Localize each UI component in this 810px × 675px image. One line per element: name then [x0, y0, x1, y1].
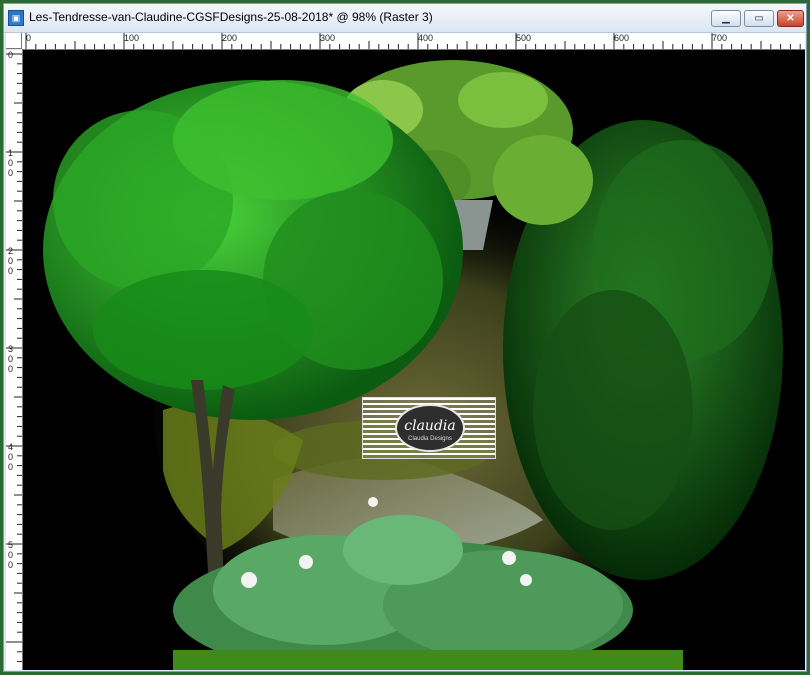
vruler-label-500-b: 0 [8, 550, 14, 560]
maximize-icon: ▭ [754, 13, 764, 24]
psp-image-icon: ▣ [8, 10, 24, 26]
vruler-label-200-b: 0 [8, 256, 14, 266]
minimize-icon: ▁ [722, 13, 730, 24]
maximize-button[interactable]: ▭ [744, 10, 774, 27]
vruler-label-500-a: 5 [8, 540, 14, 550]
vruler-label-100-a: 1 [8, 148, 14, 158]
vruler-label-400-b: 0 [8, 452, 14, 462]
image-window[interactable]: ▣ Les-Tendresse-van-Claudine-CGSFDesigns… [3, 3, 807, 672]
ruler-label-700: 700 [712, 33, 728, 43]
ruler-label-200: 200 [222, 33, 238, 43]
horizontal-ruler: 0 100 200 300 400 500 600 700 [22, 33, 805, 50]
horizontal-ruler-ticks [25, 33, 801, 49]
ruler-label-300: 300 [320, 33, 336, 43]
watermark-subtitle: Claudia Designs [408, 436, 452, 442]
ruler-corner [6, 33, 22, 49]
watermark-badge: claudia Claudia Designs [395, 404, 465, 452]
close-button[interactable]: ✕ [777, 10, 804, 27]
title-bar[interactable]: ▣ Les-Tendresse-van-Claudine-CGSFDesigns… [4, 4, 806, 33]
vruler-label-300-b: 0 [8, 354, 14, 364]
window-title: Les-Tendresse-van-Claudine-CGSFDesigns-2… [29, 10, 433, 24]
vruler-label-200-a: 2 [8, 246, 14, 256]
forest-scene-artwork [43, 60, 783, 670]
image-canvas[interactable]: claudia Claudia Designs [23, 50, 805, 670]
ruler-label-100: 100 [124, 33, 140, 43]
vruler-label-100-c: 0 [8, 168, 14, 178]
ruler-label-400: 400 [418, 33, 434, 43]
minimize-button[interactable]: ▁ [711, 10, 741, 27]
watermark-name: claudia [404, 418, 456, 434]
ruler-label-500: 500 [516, 33, 532, 43]
vruler-label-400-a: 4 [8, 442, 14, 452]
vruler-label-300-c: 0 [8, 364, 14, 374]
vruler-label-200-c: 0 [8, 266, 14, 276]
vruler-label-500-c: 0 [8, 560, 14, 570]
close-icon: ✕ [786, 13, 795, 24]
vertical-ruler: 0 1 0 0 2 0 0 3 0 0 4 0 0 5 0 0 [6, 50, 23, 670]
ruler-label-0: 0 [26, 33, 32, 43]
vruler-label-300-a: 3 [8, 344, 14, 354]
ruler-label-600: 600 [614, 33, 630, 43]
vruler-label-100-b: 0 [8, 158, 14, 168]
vruler-label-400-c: 0 [8, 462, 14, 472]
vruler-label-0: 0 [8, 50, 14, 60]
grass-strip [173, 650, 683, 670]
claudia-watermark: claudia Claudia Designs [362, 397, 496, 459]
